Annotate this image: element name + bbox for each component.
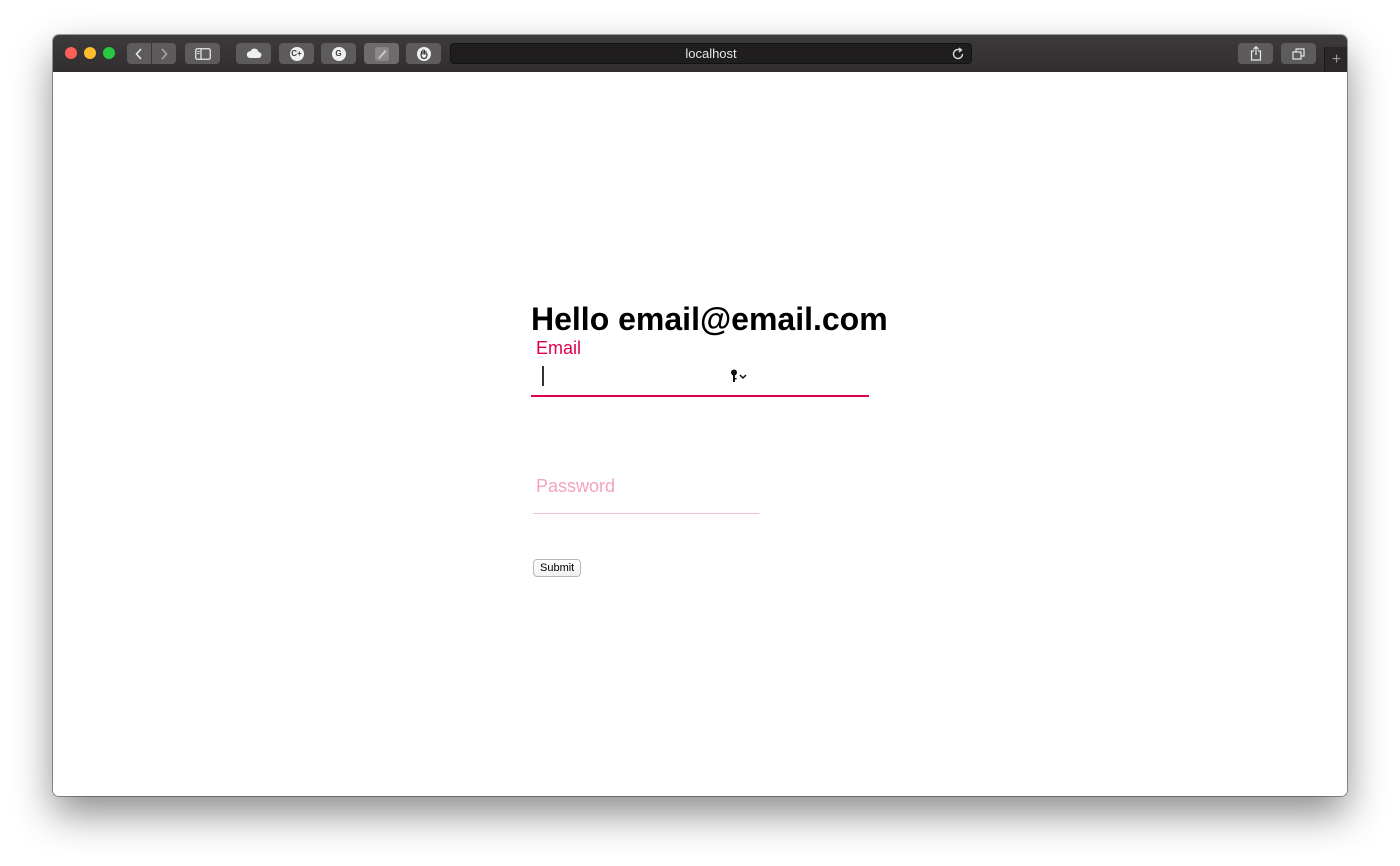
forward-icon <box>161 47 168 60</box>
share-icon <box>1250 46 1261 61</box>
c-plus-extension-icon: C+ <box>289 46 304 61</box>
back-button[interactable] <box>127 43 151 64</box>
reload-icon[interactable] <box>951 47 965 61</box>
greeting-heading: Hello email@email.com <box>531 301 888 337</box>
cloud-tabs-button[interactable] <box>236 43 271 64</box>
zoom-window-button[interactable] <box>103 47 115 59</box>
address-text: localhost <box>685 46 737 61</box>
submit-button[interactable]: Submit <box>533 559 582 577</box>
password-key-icon[interactable] <box>729 368 749 384</box>
cloud-icon <box>246 48 261 58</box>
pen-extension-icon <box>374 46 389 61</box>
show-tabs-button[interactable] <box>1281 43 1316 64</box>
minimize-window-button[interactable] <box>84 47 96 59</box>
hand-extension-icon <box>416 46 431 61</box>
browser-toolbar: C+ G localhost + <box>53 35 1347 73</box>
email-label: Email <box>536 338 582 358</box>
password-underline <box>533 513 759 514</box>
page-content: Hello email@email.com Email Password Sub… <box>53 72 1347 796</box>
email-field[interactable] <box>531 362 869 394</box>
pen-extension-button[interactable] <box>364 43 399 64</box>
sidebar-button[interactable] <box>185 43 220 64</box>
sidebar-icon <box>194 47 211 60</box>
grammarly-icon: G <box>331 46 346 61</box>
navigation-buttons <box>127 43 176 64</box>
forward-button[interactable] <box>152 43 176 64</box>
grammarly-extension-button[interactable]: G <box>321 43 356 64</box>
back-icon <box>135 47 142 60</box>
close-window-button[interactable] <box>65 47 77 59</box>
browser-window: C+ G localhost + Hello email@email.com E… <box>53 35 1347 796</box>
address-bar[interactable]: localhost <box>450 43 972 64</box>
email-underline <box>531 395 869 397</box>
share-button[interactable] <box>1238 43 1273 64</box>
plus-icon: + <box>1331 50 1342 68</box>
text-cursor <box>542 366 544 386</box>
c-plus-extension-button[interactable]: C+ <box>279 43 314 64</box>
password-field[interactable] <box>533 472 759 512</box>
tabs-icon <box>1292 47 1305 60</box>
new-tab-button[interactable]: + <box>1324 47 1347 72</box>
hand-extension-button[interactable] <box>406 43 441 64</box>
